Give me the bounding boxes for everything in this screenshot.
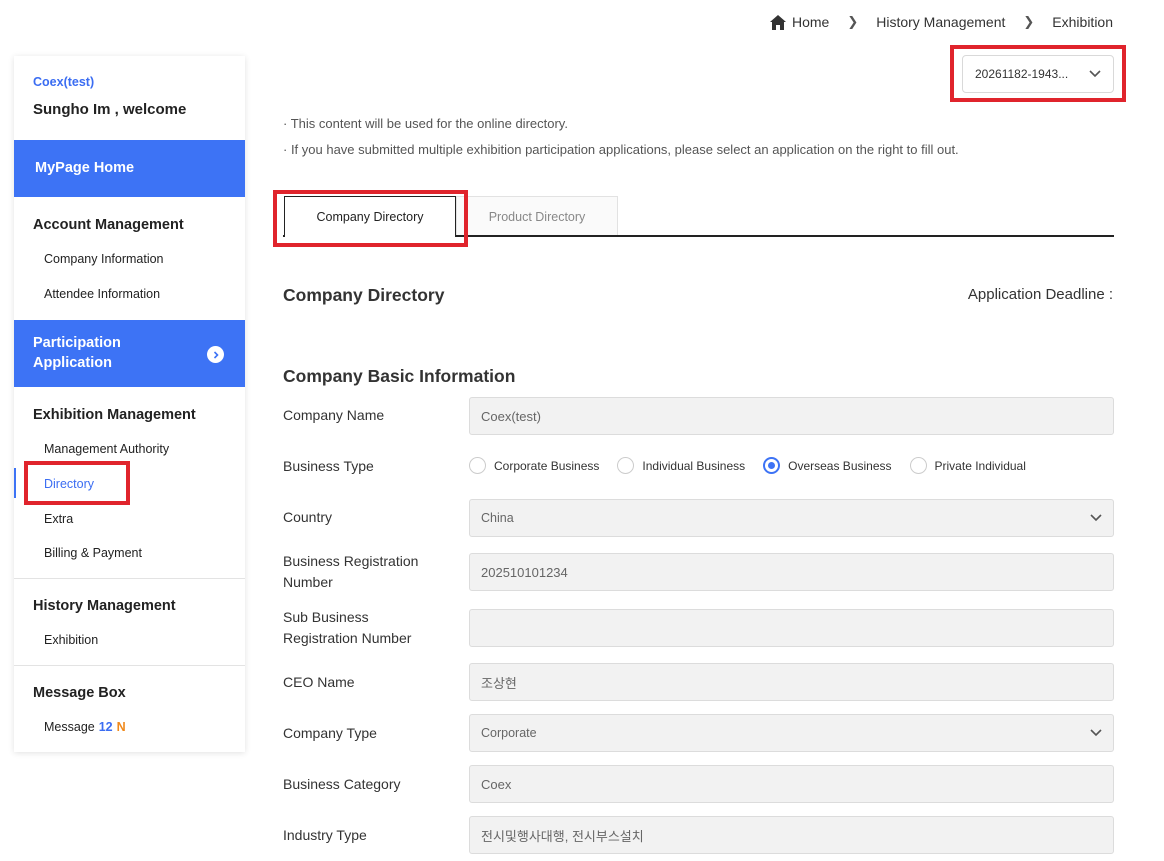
sidebar-section-history-management[interactable]: History Management [33, 598, 176, 614]
business-category-value: Coex [481, 776, 512, 792]
breadcrumb: Home ❯ History Management ❯ Exhibition [769, 14, 1113, 30]
sidebar-section-exhibition-management[interactable]: Exhibition Management [33, 407, 196, 423]
notice-text: · This content will be used for the onli… [283, 116, 568, 131]
section-title: Company Directory [283, 285, 445, 305]
sub-brn-field[interactable] [469, 609, 1114, 647]
sidebar-message-label: Message [44, 720, 95, 734]
sidebar-item-message[interactable]: Message 12 N [44, 720, 126, 734]
brn-field[interactable]: 202510101234 [469, 553, 1114, 591]
sidebar-item-billing-payment[interactable]: Billing & Payment [44, 546, 142, 560]
sidebar-divider [14, 578, 245, 579]
message-new-badge: N [116, 720, 126, 734]
radio-circle [909, 457, 927, 474]
radio-label: Private Individual [934, 458, 1026, 473]
radio-label: Individual Business [642, 458, 746, 473]
application-deadline: Application Deadline : [967, 286, 1113, 303]
notice-text: · If you have submitted multiple exhibit… [283, 142, 959, 157]
radio-label: Corporate Business [494, 458, 600, 473]
sub-brn-label: Sub Business Registration Number [283, 607, 411, 649]
home-icon [769, 14, 786, 30]
highlight-box-application-select [950, 45, 1126, 102]
highlight-box-directory [24, 461, 130, 505]
brn-label: Business Registration Number [283, 551, 418, 593]
breadcrumb-home[interactable]: Home [769, 14, 830, 30]
company-name-value: Coex(test) [481, 408, 541, 424]
country-select[interactable]: China [469, 499, 1114, 537]
sidebar-welcome: Sungho Im , welcome [33, 101, 187, 118]
company-type-value: Corporate [481, 726, 537, 740]
industry-type-value: 전시및행사대행, 전시부스설치 [481, 828, 644, 844]
radio-corporate-business[interactable]: Corporate Business [469, 457, 599, 474]
sidebar-section-message-box[interactable]: Message Box [33, 685, 126, 701]
sidebar-participation-label-line2: Application [33, 355, 112, 371]
business-type-label: Business Type [283, 458, 374, 474]
arrow-right-circle-icon [207, 346, 224, 363]
sub-brn-label-line2: Registration Number [283, 630, 412, 646]
radio-private-individual[interactable]: Private Individual [909, 457, 1026, 474]
ceo-name-value: 조상현 [481, 675, 517, 691]
brn-label-line2: Number [283, 574, 333, 590]
industry-type-label: Industry Type [283, 827, 367, 843]
industry-type-field[interactable]: 전시및행사대행, 전시부스설치 [469, 816, 1114, 854]
company-type-label: Company Type [283, 725, 377, 741]
chevron-right-icon: ❯ [1023, 14, 1035, 29]
radio-circle [617, 457, 635, 474]
ceo-name-field[interactable]: 조상현 [469, 663, 1114, 701]
sidebar-divider [14, 665, 245, 666]
basic-info-title: Company Basic Information [283, 366, 516, 386]
sidebar-active-indicator [14, 468, 16, 498]
sidebar-section-account-management[interactable]: Account Management [33, 217, 184, 233]
message-count-badge: 12 [98, 720, 113, 734]
chevron-down-icon [1090, 729, 1102, 737]
business-type-radio-group: Corporate Business Individual Business O… [469, 457, 1044, 474]
sidebar-item-company-information[interactable]: Company Information [44, 252, 164, 266]
sidebar-item-management-authority[interactable]: Management Authority [44, 442, 169, 456]
company-type-select[interactable]: Corporate [469, 714, 1114, 752]
sidebar-item-mypage-home[interactable]: MyPage Home [14, 140, 245, 197]
radio-overseas-business[interactable]: Overseas Business [763, 457, 892, 474]
radio-label: Overseas Business [788, 458, 892, 473]
sidebar-participation-label-line1: Participation [33, 335, 121, 351]
sidebar: Coex(test) Sungho Im , welcome MyPage Ho… [14, 56, 245, 752]
brn-label-line1: Business Registration [283, 553, 419, 569]
country-label: Country [283, 509, 333, 525]
breadcrumb-exhibition[interactable]: Exhibition [1052, 14, 1113, 30]
sidebar-company-name: Coex(test) [33, 75, 95, 89]
ceo-name-label: CEO Name [283, 674, 355, 690]
sidebar-item-extra[interactable]: Extra [44, 512, 73, 526]
radio-circle-selected [763, 457, 781, 474]
sub-brn-label-line1: Sub Business [283, 609, 369, 625]
radio-circle [469, 457, 486, 474]
company-name-label: Company Name [283, 407, 385, 423]
brn-value: 202510101234 [481, 564, 568, 580]
sidebar-item-attendee-information[interactable]: Attendee Information [44, 287, 160, 301]
business-category-field[interactable]: Coex [469, 765, 1114, 803]
sidebar-item-participation-application[interactable]: Participation Application [14, 320, 245, 387]
chevron-right-icon: ❯ [847, 14, 859, 29]
breadcrumb-home-label: Home [791, 14, 830, 30]
chevron-down-icon [1090, 514, 1102, 522]
company-name-field[interactable]: Coex(test) [469, 397, 1114, 435]
sidebar-item-exhibition[interactable]: Exhibition [44, 633, 98, 647]
tab-company-directory[interactable]: Company Directory [284, 196, 456, 237]
country-value: China [481, 511, 514, 525]
business-category-label: Business Category [283, 776, 401, 792]
breadcrumb-history-management[interactable]: History Management [876, 14, 1005, 30]
tab-product-directory[interactable]: Product Directory [456, 196, 618, 236]
radio-individual-business[interactable]: Individual Business [617, 457, 745, 474]
